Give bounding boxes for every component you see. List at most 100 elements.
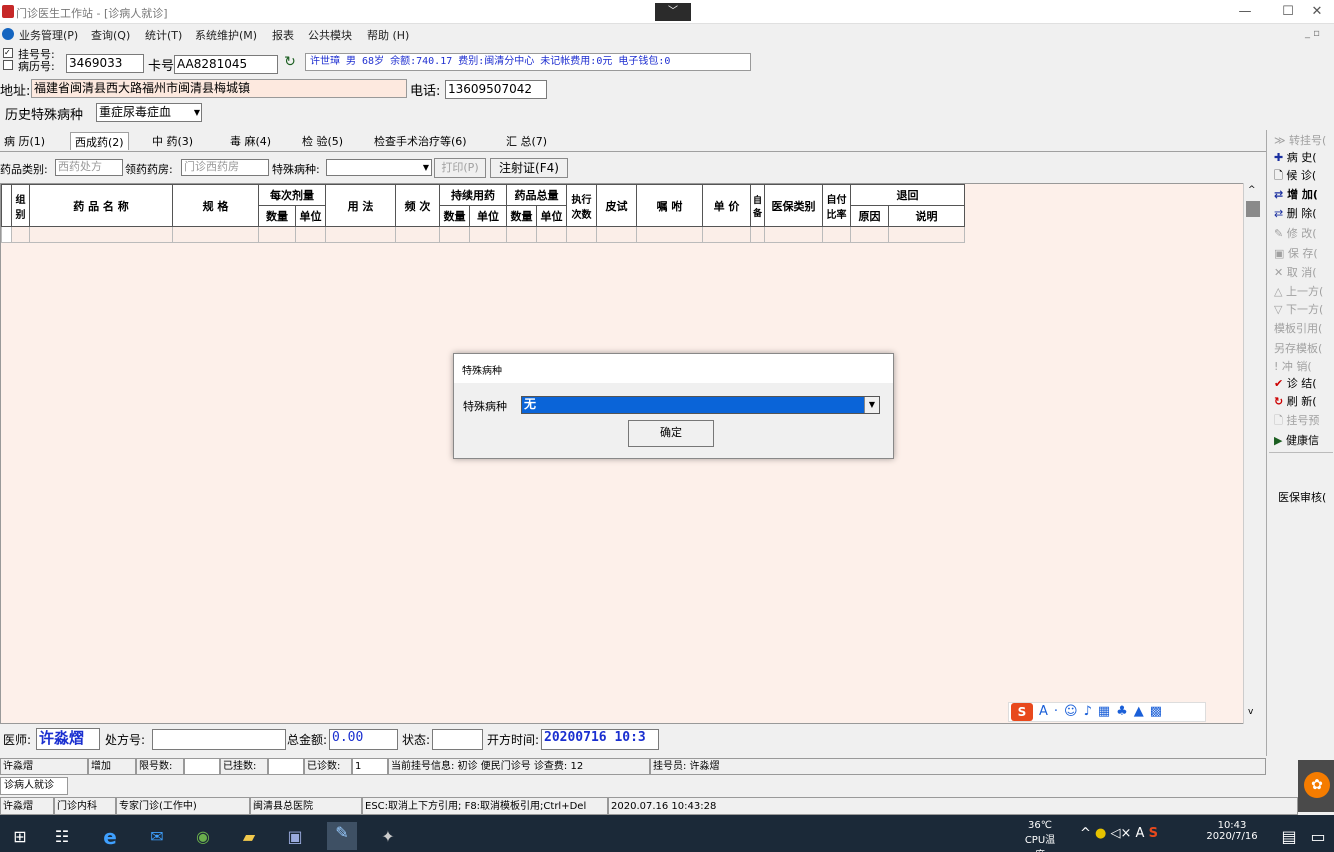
task-view-icon[interactable]: ☷ (50, 826, 74, 848)
drug-category-label: 药品类别: (0, 163, 48, 176)
menu-maintenance[interactable]: 系统维护(M) (195, 27, 257, 43)
reg-no-checkbox[interactable]: ✓ (3, 48, 13, 58)
transfer-reg-button[interactable]: ≫ 转挂号( (1270, 132, 1334, 149)
chevron-down-icon[interactable]: ▼ (864, 397, 879, 413)
ime-collapse-tab[interactable]: ﹀ (655, 3, 691, 21)
waiting-button[interactable]: 🗋 候 诊( (1270, 167, 1334, 184)
document-icon: 🗋 (1274, 414, 1283, 427)
template-ref-button[interactable]: 模板引用( (1270, 320, 1334, 337)
col-dose-unit: 单位 (295, 205, 326, 227)
add-button[interactable]: ⇄ 增 加( (1270, 186, 1334, 203)
minimize-icon[interactable]: — (1230, 3, 1260, 21)
health-icon: ▶ (1274, 434, 1283, 447)
title-bar: 门诊医生工作站 - [诊病人就诊] ﹀ — ☐ ✕ (0, 0, 1334, 24)
file-explorer-icon[interactable]: ▰ (237, 826, 261, 848)
special-disease-dialog: 特殊病种 特殊病种 无 ▼ 确定 (453, 353, 894, 459)
app-logo-icon (2, 5, 14, 18)
refresh-button[interactable]: ↻ 刷 新( (1270, 393, 1334, 410)
save-template-button[interactable]: 另存模板( (1270, 340, 1334, 357)
menu-report[interactable]: 报表 (272, 27, 294, 43)
tab-narcotics[interactable]: 毒 麻(4) (226, 132, 275, 150)
menu-stats[interactable]: 统计(T) (145, 27, 182, 43)
health-info-button[interactable]: ▶ 健康信 (1270, 432, 1334, 449)
rx-no-input[interactable] (152, 729, 286, 750)
remote-desktop-icon[interactable]: ▣ (283, 826, 307, 848)
menu-business[interactable]: 业务管理(P) (19, 27, 78, 43)
phone-label: 电话: (410, 84, 441, 99)
drug-category-select[interactable]: 西药处方 (55, 159, 123, 176)
side-button-panel: ≫ 转挂号( ✚ 病 史( 🗋 候 诊( ⇄ 增 加( ⇄ 删 除( ✎ 修 改… (1266, 130, 1334, 756)
tab-chinese-medicine[interactable]: 中 药(3) (148, 132, 197, 150)
browser-360-icon[interactable]: ◉ (191, 826, 215, 848)
scroll-up-icon[interactable]: ^ (1248, 185, 1256, 195)
ime-tools-icons[interactable]: A·☺♪▦♣▲▩ (1039, 704, 1168, 719)
col-total-qty: 数量 (506, 205, 537, 227)
special-disease-select[interactable]: ▼ (326, 159, 432, 176)
close-icon[interactable]: ✕ (1302, 3, 1332, 21)
menu-public[interactable]: 公共模块 (308, 27, 352, 43)
floating-widget[interactable]: ✿ (1298, 760, 1334, 812)
menu-bar: 业务管理(P) 查询(Q) 统计(T) 系统维护(M) 报表 公共模块 帮助 (… (0, 24, 1334, 44)
pharmacy-select[interactable]: 门诊西药房 (181, 159, 269, 176)
ime-toolbar[interactable]: S A·☺♪▦♣▲▩ (1008, 702, 1206, 722)
maximize-icon[interactable]: ☐ (1273, 3, 1303, 21)
sogou-icon[interactable]: S (1011, 703, 1033, 721)
finish-diagnosis-button[interactable]: ✔ 诊 结( (1270, 375, 1334, 392)
cancel-button[interactable]: ✕ 取 消( (1270, 264, 1334, 281)
doctor-label: 医师: (3, 733, 32, 747)
menu-help[interactable]: 帮助 (H) (367, 27, 409, 43)
card-no-input[interactable]: AA8281045 (174, 55, 278, 74)
save-icon: ▣ (1274, 247, 1285, 260)
doctor-field[interactable]: 许淼熠 (36, 728, 100, 750)
ok-button[interactable]: 确定 (628, 420, 714, 447)
print-button[interactable]: 打印(P) (434, 158, 486, 178)
scroll-thumb[interactable] (1246, 201, 1260, 217)
clock[interactable]: 10:43 2020/7/16 (1202, 820, 1262, 842)
tab-exams-surgery[interactable]: 检查手术治疗等(6) (370, 132, 471, 150)
status-module: 诊病人就诊 (0, 777, 68, 795)
app-compass-icon[interactable]: ✦ (376, 826, 400, 848)
col-total-unit: 单位 (536, 205, 567, 227)
tray-icons[interactable]: ^ ● ◁× A S (1080, 826, 1158, 841)
col-usage: 用 法 (325, 184, 396, 227)
modify-button[interactable]: ✎ 修 改( (1270, 225, 1334, 242)
history-button[interactable]: ✚ 病 史( (1270, 149, 1334, 166)
phone-input[interactable]: 13609507042 (445, 80, 547, 99)
history-disease-select[interactable]: 重症尿毒症血 ▼ (96, 103, 202, 122)
record-no-input[interactable]: 3469033 (66, 54, 144, 73)
delete-button[interactable]: ⇄ 删 除( (1270, 205, 1334, 222)
tab-western-medicine[interactable]: 西成药(2) (70, 132, 129, 150)
notification-icon[interactable]: ▤ (1277, 826, 1301, 848)
tab-medical-record[interactable]: 病 历(1) (0, 132, 49, 150)
action-center-icon[interactable]: ▭ (1306, 826, 1330, 848)
scroll-down-icon[interactable]: v (1248, 707, 1253, 717)
edge-browser-icon[interactable]: e (98, 826, 122, 848)
col-cont-unit: 单位 (469, 205, 507, 227)
col-self-pay-ratio: 自付比率 (822, 184, 851, 227)
his-app-icon[interactable]: ✎ (327, 822, 357, 850)
prev-rx-button[interactable]: △ 上一方( (1270, 283, 1334, 300)
mdi-controls: _ ▫ (1305, 28, 1320, 39)
menu-query[interactable]: 查询(Q) (91, 27, 130, 43)
next-rx-button[interactable]: ▽ 下一方( (1270, 301, 1334, 318)
insurance-review-button[interactable]: 医保审核( (1270, 489, 1334, 506)
tab-summary[interactable]: 汇 总(7) (502, 132, 551, 150)
tab-lab-tests[interactable]: 检 验(5) (298, 132, 347, 150)
windows-start-icon[interactable]: ⊞ (8, 826, 32, 848)
special-disease-dropdown[interactable]: 无 ▼ (521, 396, 880, 414)
cancel-icon: ✕ (1274, 266, 1284, 279)
reverse-button[interactable]: ! 冲 销( (1270, 358, 1334, 375)
status-registered-label: 已挂数: (220, 758, 268, 775)
grid-scrollbar[interactable]: ^ v (1243, 183, 1262, 724)
reg-preview-button[interactable]: 🗋 挂号预 (1270, 412, 1334, 429)
card-reader-icon[interactable]: ↻ (279, 54, 301, 72)
mail-icon[interactable]: ✉ (145, 826, 169, 848)
document-icon: 🗋 (1274, 169, 1283, 182)
address-input[interactable]: 福建省闽清县西大路福州市闽清县梅城镇 (31, 79, 407, 98)
save-button[interactable]: ▣ 保 存( (1270, 245, 1334, 262)
patient-info-bar: 许世璋 男 68岁 余额:740.17 费别:闽清分中心 未记帐费用:0元 电子… (305, 53, 751, 71)
table-row[interactable] (1, 226, 965, 243)
injection-cert-button[interactable]: 注射证(F4) (490, 158, 568, 178)
record-no-checkbox[interactable] (3, 60, 13, 70)
record-no-label: 病历号: (18, 60, 55, 73)
